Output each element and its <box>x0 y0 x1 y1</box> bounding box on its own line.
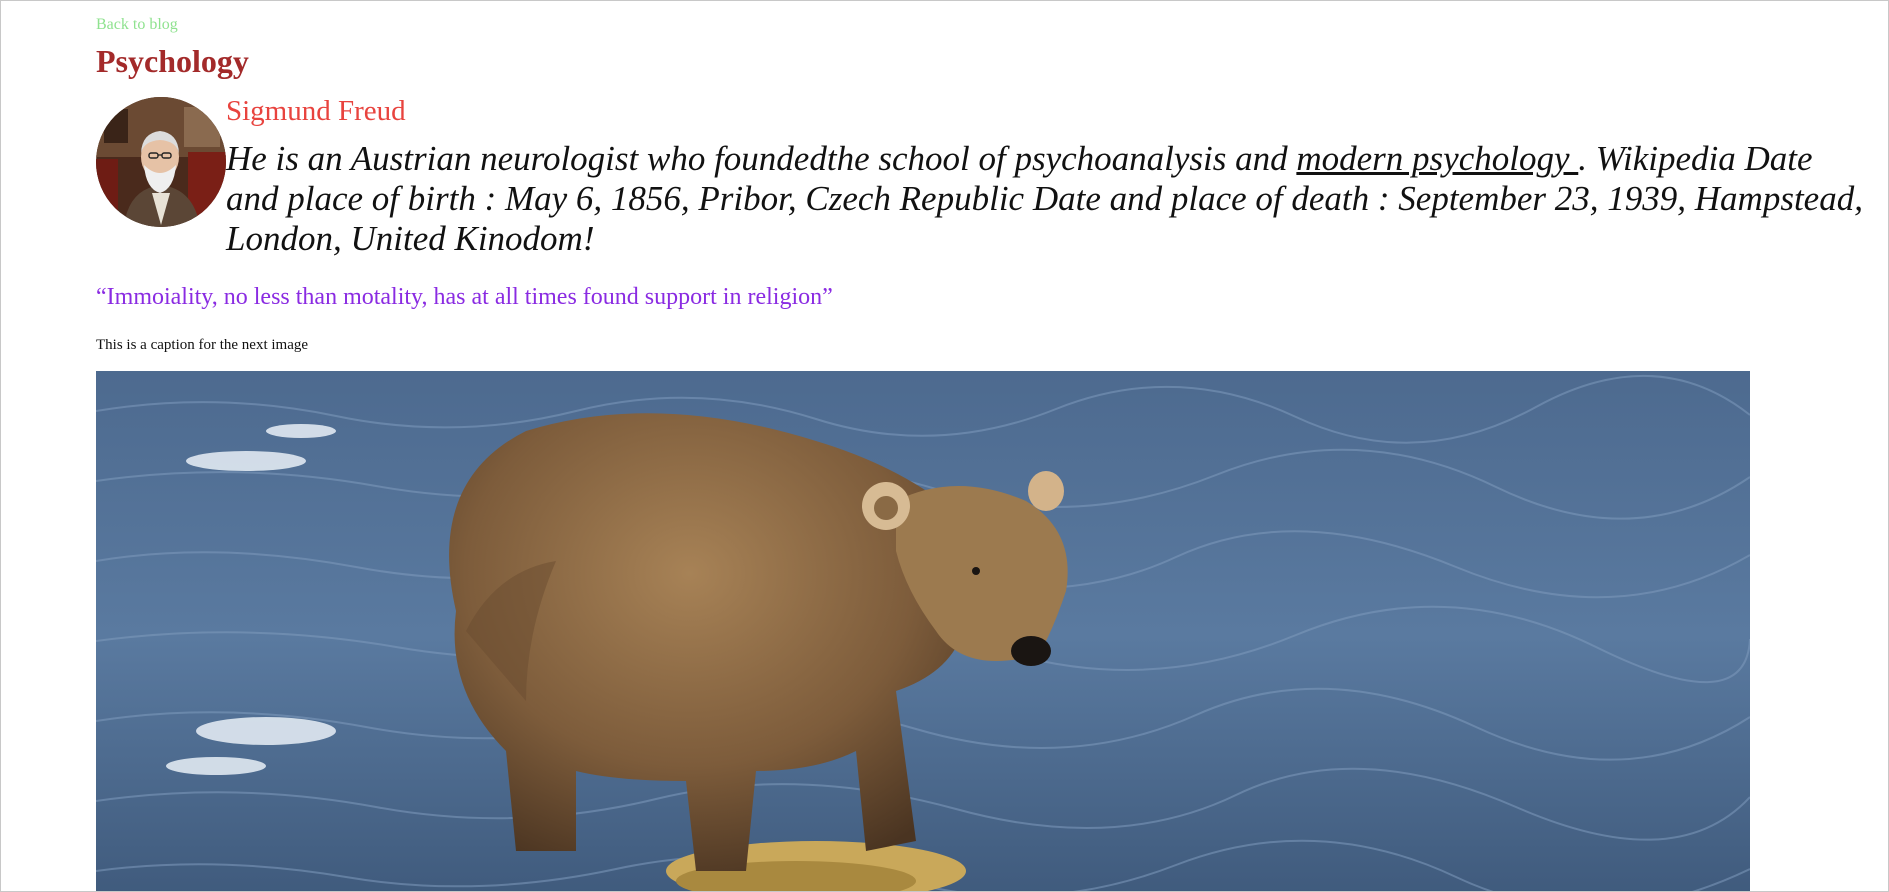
portrait-image <box>96 97 226 227</box>
author-avatar <box>96 97 226 227</box>
pull-quote: “Immoiality, no less than motality, has … <box>96 284 833 310</box>
author-bio: He is an Austrian neurologist who founde… <box>226 139 1866 259</box>
bio-text: He is an Austrian neurologist who founde… <box>226 139 1297 178</box>
back-to-blog-link[interactable]: Back to blog <box>96 16 178 34</box>
bear-photo <box>96 371 1750 891</box>
author-name: Sigmund Freud <box>226 95 406 127</box>
image-caption: This is a caption for the next image <box>96 337 309 353</box>
modern-psychology-link[interactable]: modern psychology <box>1296 139 1578 178</box>
bear-image <box>96 371 1750 891</box>
page: Back to blog Psychology Sigmund Freud He… <box>0 0 1889 892</box>
page-title: Psychology <box>96 43 249 79</box>
